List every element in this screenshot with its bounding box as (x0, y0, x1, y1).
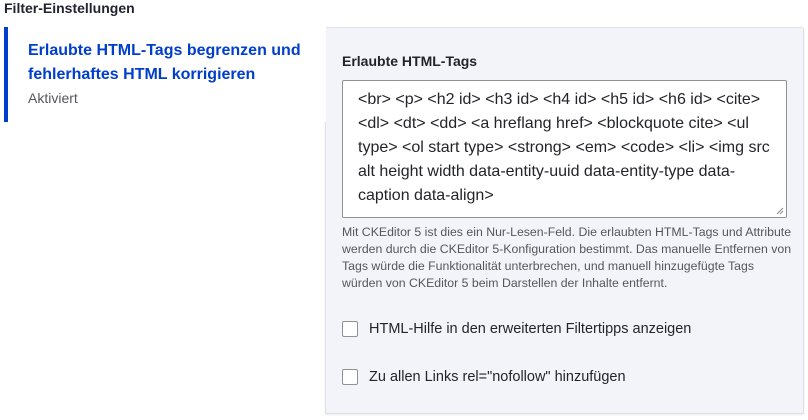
resize-grip-icon[interactable] (776, 207, 784, 215)
filter-settings-page: Filter-Einstellungen Erlaubte HTML-Tags … (0, 0, 808, 420)
checkbox-row-nofollow[interactable]: Zu allen Links rel="nofollow" hinzufügen (342, 367, 626, 387)
vertical-tab-summary: Aktiviert (28, 90, 78, 106)
vertical-tab-html-filter[interactable]: Erlaubte HTML-Tags begrenzen und fehlerh… (4, 27, 326, 122)
html-help-checkbox-label[interactable]: HTML-Hilfe in den erweiterten Filtertipp… (369, 319, 691, 339)
vertical-tab-panel: Erlaubte HTML-Tags <br> <p> <h2 id> <h3 … (325, 28, 804, 414)
allowed-tags-label: Erlaubte HTML-Tags (342, 53, 478, 69)
checkbox-row-html-help[interactable]: HTML-Hilfe in den erweiterten Filtertipp… (342, 319, 691, 339)
tab-divider (326, 27, 803, 28)
allowed-tags-value: <br> <p> <h2 id> <h3 id> <h4 id> <h5 id>… (358, 91, 770, 204)
allowed-tags-description: Mit CKEditor 5 ist dies ein Nur-Lesen-Fe… (342, 225, 792, 290)
nofollow-checkbox[interactable] (342, 369, 358, 385)
allowed-tags-textarea[interactable]: <br> <p> <h2 id> <h3 id> <h4 id> <h5 id>… (342, 80, 787, 218)
vertical-tab-title[interactable]: Erlaubte HTML-Tags begrenzen und fehlerh… (28, 39, 310, 87)
nofollow-checkbox-label[interactable]: Zu allen Links rel="nofollow" hinzufügen (369, 367, 626, 387)
html-help-checkbox[interactable] (342, 321, 358, 337)
section-title: Filter-Einstellungen (4, 0, 135, 16)
